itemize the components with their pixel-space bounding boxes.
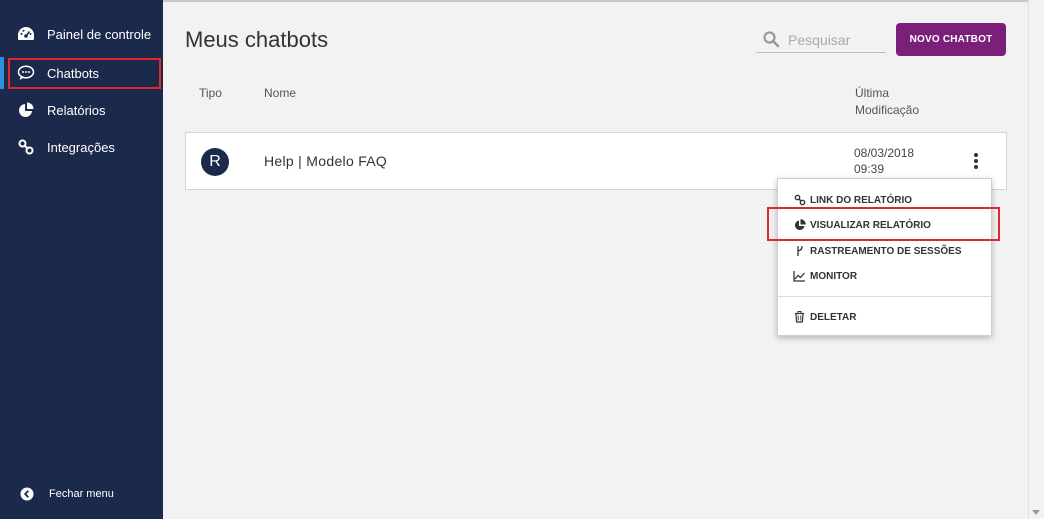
menu-item-label: LINK DO RELATÓRIO: [810, 194, 913, 206]
column-header-nome: Nome: [264, 86, 297, 100]
top-divider: [163, 0, 1028, 4]
menu-item-label: DELETAR: [810, 311, 857, 323]
pie-chart-icon: [793, 219, 806, 232]
sidebar-item-integracoes[interactable]: Integrações: [0, 131, 163, 163]
sidebar-item-label: Relatórios: [47, 102, 106, 118]
new-chatbot-button[interactable]: NOVO CHATBOT: [896, 23, 1006, 56]
sidebar-item-label: Painel de controle: [47, 26, 152, 42]
row-context-menu: LINK DO RELATÓRIO VISUALIZAR RELATÓRIO R…: [777, 178, 992, 336]
search-icon: [762, 30, 782, 50]
menu-item-label: VISUALIZAR RELATÓRIO: [810, 219, 931, 231]
menu-item-deletar[interactable]: DELETAR: [793, 307, 856, 327]
menu-item-label: MONITOR: [810, 270, 858, 282]
chevron-left-circle-icon: [20, 487, 34, 501]
pie-chart-icon: [17, 101, 35, 119]
sidebar-item-label: Chatbots: [47, 65, 100, 81]
sidebar-item-painel-de-controle[interactable]: Painel de controle: [0, 18, 163, 50]
chat-bubble-icon: [17, 64, 35, 82]
link-icon: [17, 138, 35, 156]
close-menu-button[interactable]: Fechar menu: [0, 483, 163, 505]
more-options-icon[interactable]: [968, 151, 984, 171]
column-header-modificacao-line2: Modificação: [855, 103, 920, 117]
sidebar-item-label: Integrações: [47, 139, 115, 155]
last-modified: 08/03/2018 09:39: [854, 145, 914, 177]
page-title: Meus chatbots: [185, 27, 329, 52]
menu-item-monitor[interactable]: MONITOR: [793, 266, 857, 286]
last-modified-date: 08/03/2018: [854, 146, 915, 160]
menu-item-visualizar-relatorio[interactable]: VISUALIZAR RELATÓRIO: [793, 215, 931, 235]
menu-item-label: RASTREAMENTO DE SESSÕES: [810, 245, 962, 257]
fork-icon: [793, 245, 806, 258]
trash-icon: [793, 311, 806, 324]
link-icon: [793, 194, 806, 207]
avatar: R: [201, 148, 229, 176]
sidebar: Painel de controle Chatbots Relatórios I…: [0, 0, 163, 519]
menu-item-rastreamento-sessoes[interactable]: RASTREAMENTO DE SESSÕES: [793, 241, 962, 261]
search-box[interactable]: [756, 27, 886, 53]
last-modified-time: 09:39: [854, 162, 885, 176]
menu-item-link-relatorio[interactable]: LINK DO RELATÓRIO: [793, 190, 912, 210]
line-chart-icon: [793, 270, 806, 283]
column-header-tipo: Tipo: [199, 86, 222, 100]
sidebar-item-chatbots[interactable]: Chatbots: [0, 57, 163, 89]
scroll-down-icon[interactable]: [1032, 510, 1040, 515]
column-header-modificacao-line1: Última: [855, 86, 890, 100]
search-input[interactable]: [788, 31, 883, 48]
chatbot-name[interactable]: Help | Modelo FAQ: [264, 153, 387, 169]
vertical-scrollbar[interactable]: [1028, 0, 1044, 519]
column-header-modificacao: Última Modificação: [855, 85, 919, 119]
dashboard-icon: [17, 25, 35, 43]
close-menu-label: Fechar menu: [49, 488, 114, 500]
sidebar-item-relatorios[interactable]: Relatórios: [0, 94, 163, 126]
menu-divider: [778, 296, 991, 297]
